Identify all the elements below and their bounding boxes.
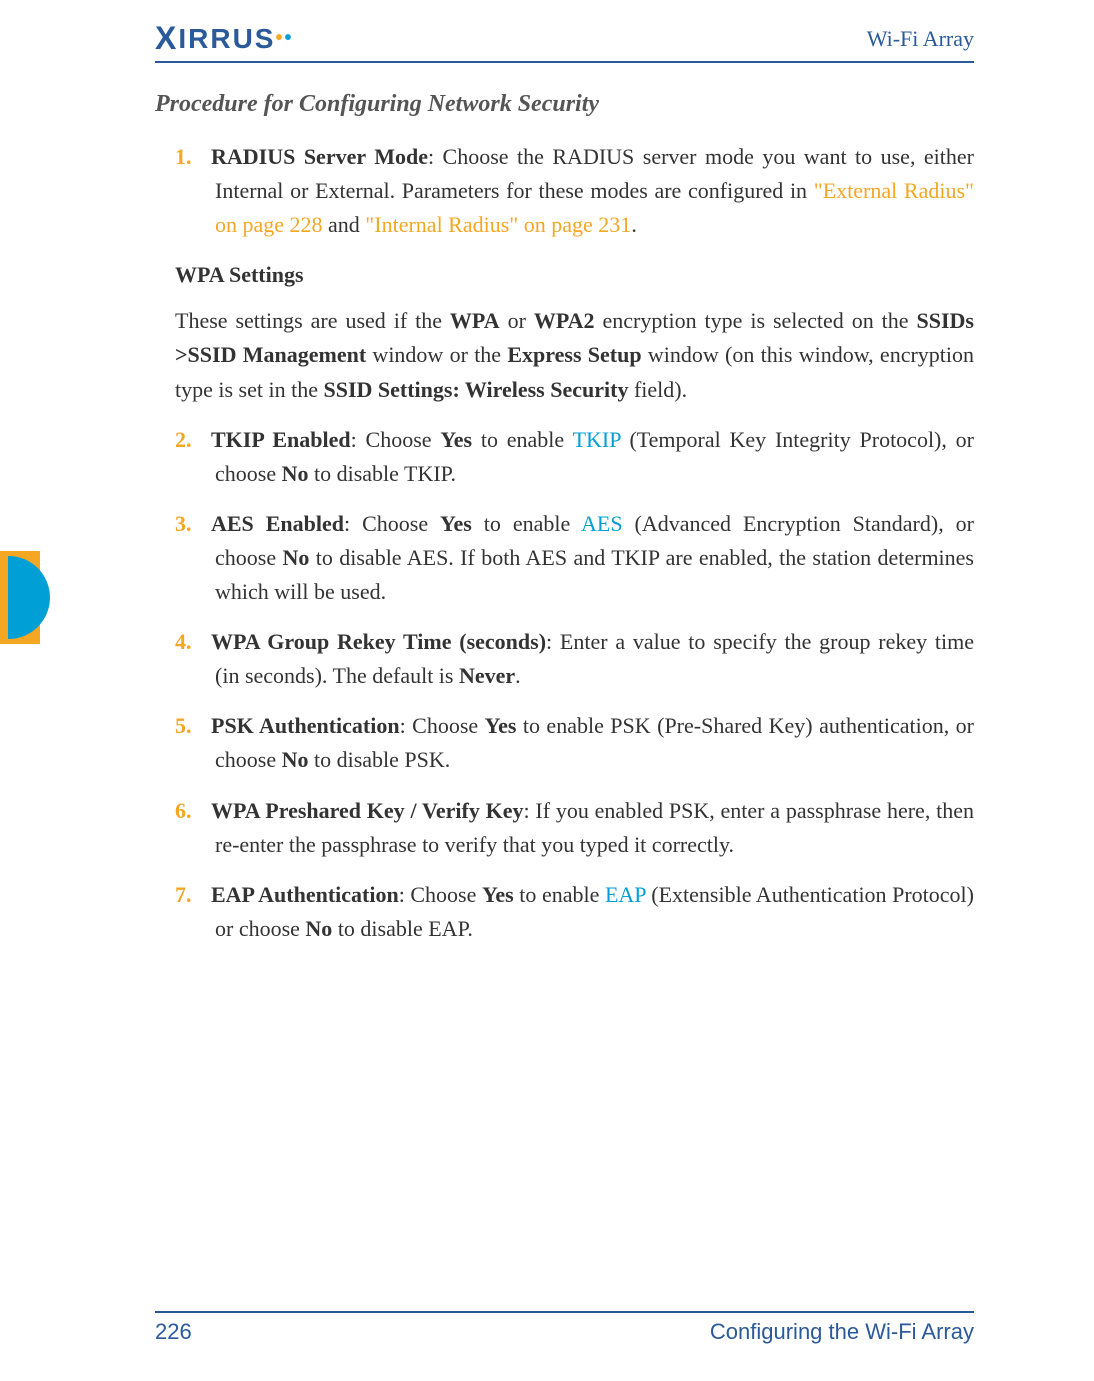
page-footer: 226 Configuring the Wi-Fi Array bbox=[155, 1311, 974, 1345]
step-number: 6. bbox=[175, 794, 211, 828]
step-label: PSK Authentication bbox=[211, 713, 400, 738]
step-6: 6.WPA Preshared Key / Verify Key: If you… bbox=[215, 794, 974, 862]
chapter-title: Configuring the Wi-Fi Array bbox=[710, 1319, 974, 1345]
section-title: Procedure for Configuring Network Securi… bbox=[155, 91, 974, 118]
step-number: 1. bbox=[175, 140, 211, 174]
step-label: TKIP Enabled bbox=[211, 427, 351, 452]
step-5: 5.PSK Authentication: Choose Yes to enab… bbox=[215, 709, 974, 777]
wpa-settings-heading: WPA Settings bbox=[175, 258, 974, 292]
doc-title: Wi-Fi Array bbox=[867, 26, 974, 52]
step-number: 5. bbox=[175, 709, 211, 743]
link-internal-radius[interactable]: "Internal Radius" on page 231 bbox=[365, 212, 631, 237]
step-number: 3. bbox=[175, 507, 211, 541]
step-label: RADIUS Server Mode bbox=[211, 144, 428, 169]
step-number: 2. bbox=[175, 423, 211, 457]
wpa-intro: These settings are used if the WPA or WP… bbox=[175, 304, 974, 406]
step-2: 2.TKIP Enabled: Choose Yes to enable TKI… bbox=[215, 423, 974, 491]
link-tkip[interactable]: TKIP bbox=[573, 427, 621, 452]
link-eap[interactable]: EAP bbox=[605, 882, 646, 907]
step-1: 1.RADIUS Server Mode: Choose the RADIUS … bbox=[215, 140, 974, 242]
brand-logo: XIRRUS•• bbox=[155, 20, 294, 57]
link-aes[interactable]: AES bbox=[581, 511, 623, 536]
step-label: WPA Preshared Key / Verify Key bbox=[211, 798, 524, 823]
step-3: 3.AES Enabled: Choose Yes to enable AES … bbox=[215, 507, 974, 609]
step-number: 4. bbox=[175, 625, 211, 659]
step-label: AES Enabled bbox=[211, 511, 344, 536]
step-4: 4.WPA Group Rekey Time (seconds): Enter … bbox=[215, 625, 974, 693]
page-header: XIRRUS•• Wi-Fi Array bbox=[155, 20, 974, 63]
step-7: 7.EAP Authentication: Choose Yes to enab… bbox=[215, 878, 974, 946]
page-number: 226 bbox=[155, 1319, 192, 1345]
step-label: WPA Group Rekey Time (seconds) bbox=[211, 629, 546, 654]
step-label: EAP Authentication bbox=[211, 882, 399, 907]
step-number: 7. bbox=[175, 878, 211, 912]
body-content: 1.RADIUS Server Mode: Choose the RADIUS … bbox=[155, 140, 974, 946]
